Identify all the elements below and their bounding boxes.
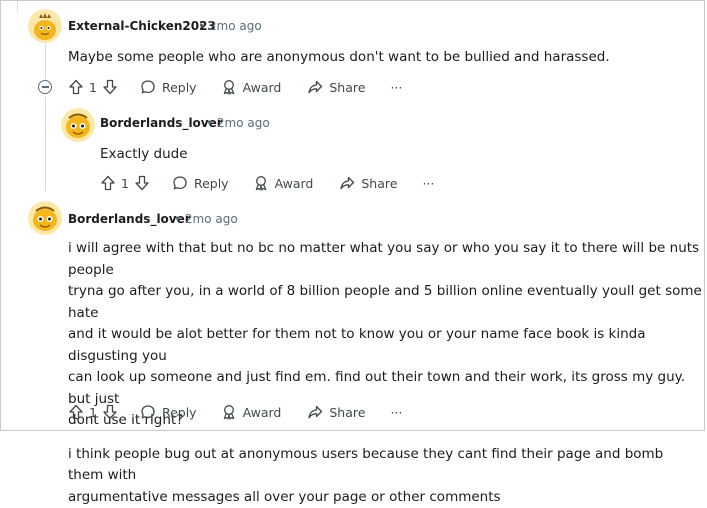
avatar-image	[28, 9, 62, 43]
comment-body: Maybe some people who are anonymous don'…	[68, 47, 610, 69]
share-button[interactable]: Share	[339, 175, 397, 191]
downvote-icon	[102, 404, 118, 420]
reply-button[interactable]: Reply	[140, 404, 197, 420]
username[interactable]: External-Chicken2023	[68, 19, 216, 33]
comment-thread: External-Chicken2023 • 2mo ago Maybe som…	[0, 0, 705, 431]
more-icon: ···	[390, 80, 402, 95]
award-label: Award	[275, 176, 314, 191]
avatar-image	[28, 201, 62, 235]
award-icon	[221, 404, 237, 420]
reply-label: Reply	[162, 405, 197, 420]
reply-icon	[140, 79, 156, 95]
body-line: i think people bug out at anonymous user…	[68, 444, 702, 487]
separator: •	[174, 212, 181, 226]
more-options-button[interactable]: ···	[422, 176, 434, 191]
share-label: Share	[329, 405, 365, 420]
downvote-button[interactable]	[102, 79, 118, 95]
username[interactable]: Borderlands_lover	[100, 116, 223, 130]
upvote-button[interactable]	[68, 404, 84, 420]
downvote-button[interactable]	[102, 404, 118, 420]
avatar-image	[61, 108, 95, 142]
downvote-icon	[134, 175, 150, 191]
award-label: Award	[243, 80, 282, 95]
share-button[interactable]: Share	[307, 79, 365, 95]
avatar[interactable]	[28, 9, 62, 43]
body-line: argumentative messages all over your pag…	[68, 487, 702, 508]
timestamp[interactable]: 2mo ago	[209, 19, 262, 33]
comment-meta: • 2mo ago	[174, 212, 238, 226]
comment-actions: 1 Reply Award Share ···	[68, 401, 402, 423]
downvote-icon	[102, 79, 118, 95]
vote-count: 1	[89, 80, 97, 95]
comment-body: Exactly dude	[100, 144, 188, 166]
collapse-icon[interactable]	[38, 80, 52, 94]
avatar[interactable]	[61, 108, 95, 142]
reply-button[interactable]: Reply	[140, 79, 197, 95]
body-line: and it would be alot better for them not…	[68, 324, 702, 367]
share-button[interactable]: Share	[307, 404, 365, 420]
more-icon: ···	[422, 176, 434, 191]
share-icon	[307, 79, 323, 95]
comment-meta: • 2mo ago	[206, 116, 270, 130]
reply-button[interactable]: Reply	[172, 175, 229, 191]
body-line: tryna go after you, in a world of 8 bill…	[68, 281, 702, 324]
share-label: Share	[361, 176, 397, 191]
more-options-button[interactable]: ···	[390, 405, 402, 420]
upvote-button[interactable]	[68, 79, 84, 95]
reply-icon	[172, 175, 188, 191]
reply-label: Reply	[162, 80, 197, 95]
more-icon: ···	[390, 405, 402, 420]
comment-actions: 1 Reply Award Share ···	[68, 76, 402, 98]
upvote-icon	[68, 79, 84, 95]
username[interactable]: Borderlands_lover	[68, 212, 191, 226]
share-icon	[339, 175, 355, 191]
avatar[interactable]	[28, 201, 62, 235]
share-label: Share	[329, 80, 365, 95]
award-label: Award	[243, 405, 282, 420]
upvote-icon	[100, 175, 116, 191]
body-line: i will agree with that but no bc no matt…	[68, 238, 702, 281]
thread-line[interactable]	[17, 1, 18, 11]
thread-line[interactable]	[45, 97, 46, 191]
upvote-button[interactable]	[100, 175, 116, 191]
timestamp[interactable]: 2mo ago	[217, 116, 270, 130]
upvote-icon	[68, 404, 84, 420]
award-button[interactable]: Award	[221, 79, 282, 95]
comment-body: i will agree with that but no bc no matt…	[68, 238, 702, 508]
downvote-button[interactable]	[134, 175, 150, 191]
vote-count: 1	[121, 176, 129, 191]
reply-icon	[140, 404, 156, 420]
thread-line[interactable]	[45, 43, 46, 79]
award-icon	[221, 79, 237, 95]
separator: •	[206, 116, 213, 130]
reply-label: Reply	[194, 176, 229, 191]
award-button[interactable]: Award	[221, 404, 282, 420]
timestamp[interactable]: 2mo ago	[185, 212, 238, 226]
award-icon	[253, 175, 269, 191]
separator: •	[198, 19, 205, 33]
vote-count: 1	[89, 405, 97, 420]
share-icon	[307, 404, 323, 420]
award-button[interactable]: Award	[253, 175, 314, 191]
more-options-button[interactable]: ···	[390, 80, 402, 95]
comment-meta: • 2mo ago	[198, 19, 262, 33]
comment-actions: 1 Reply Award Share ···	[100, 172, 434, 194]
